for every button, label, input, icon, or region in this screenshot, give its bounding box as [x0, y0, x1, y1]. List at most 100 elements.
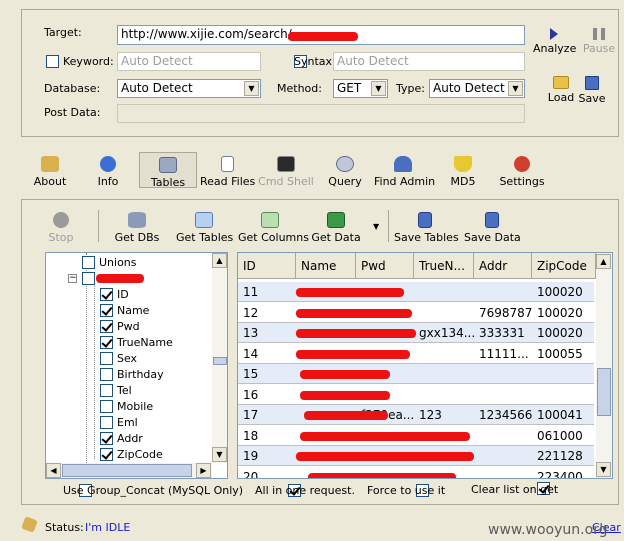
column-header[interactable]: Addr [474, 253, 532, 279]
pause-button[interactable]: Pause [582, 28, 616, 55]
tree-item[interactable]: Addr [100, 431, 143, 447]
tree-checkbox[interactable] [100, 431, 113, 445]
column-header[interactable]: ID [238, 253, 296, 279]
type-label: Type: [396, 82, 425, 95]
tables-toolbar: Stop Get DBs Get Tables Get Columns Get … [22, 208, 618, 246]
tree-item[interactable]: Name [100, 303, 149, 319]
collapse-icon[interactable]: − [68, 274, 77, 283]
tree-checkbox[interactable] [82, 255, 95, 269]
table-row[interactable]: 12 7698787 100020 [238, 303, 594, 323]
table-row[interactable]: 18 061000 [238, 426, 594, 446]
tree-checkbox[interactable] [82, 271, 95, 285]
tree-item[interactable]: Unions [82, 255, 137, 271]
column-header[interactable]: TrueN... [414, 253, 474, 279]
get-columns-button[interactable]: Get Columns [238, 212, 309, 244]
type-select[interactable]: Auto Detect ▼ [429, 79, 525, 98]
save-data-button[interactable]: Save Data [464, 212, 521, 244]
table-cell [414, 303, 474, 323]
tree-checkbox[interactable] [100, 367, 113, 381]
scroll-thumb[interactable] [62, 464, 192, 477]
table-cell [474, 385, 532, 405]
tree-item[interactable]: Birthday [100, 367, 164, 383]
get-tables-button[interactable]: Get Tables [176, 212, 233, 244]
tree-item[interactable]: TrueName [100, 335, 173, 351]
syntax-input[interactable]: Auto Detect [333, 52, 525, 71]
tree-item[interactable]: Tel [100, 383, 132, 399]
tree-checkbox[interactable] [100, 447, 113, 461]
database-select[interactable]: Auto Detect ▼ [117, 79, 261, 98]
grid-vscrollbar[interactable]: ▲ ▼ [596, 253, 612, 478]
scroll-up-button[interactable]: ▲ [212, 253, 227, 268]
tree-item[interactable]: Pwd [100, 319, 140, 335]
table-row[interactable]: 14 11111... 100055 [238, 344, 594, 364]
table-row[interactable]: 19 221128 [238, 446, 594, 466]
cmd-shell-button[interactable]: Cmd Shell [258, 156, 314, 188]
postdata-label: Post Data: [44, 106, 101, 119]
scroll-left-button[interactable]: ◀ [46, 463, 61, 478]
redaction [96, 274, 144, 283]
get-data-dropdown-icon[interactable]: ▼ [373, 222, 379, 231]
stop-button[interactable]: Stop [42, 212, 80, 244]
tree-checkbox[interactable] [100, 351, 113, 365]
get-data-button[interactable]: Get Data [310, 212, 362, 244]
about-button[interactable]: About [30, 156, 70, 188]
column-header[interactable]: Name [296, 253, 356, 279]
tree-vscrollbar[interactable]: ▲ ▼ [212, 253, 227, 463]
chevron-down-icon: ▼ [371, 81, 386, 96]
tree-item-label: Unions [99, 255, 137, 269]
table-row[interactable]: 16 [238, 385, 594, 405]
tables-button[interactable]: Tables [139, 152, 197, 189]
table-grid-icon [195, 212, 213, 228]
tree-checkbox[interactable] [100, 415, 113, 429]
tree-item-label: Mobile [117, 399, 154, 413]
scroll-down-button[interactable]: ▼ [212, 447, 227, 462]
table-cell: 16 [243, 387, 259, 402]
save-tables-button[interactable]: Save Tables [394, 212, 459, 244]
tree-view[interactable]: Unions − ID Name Pwd TrueName Sex Birthday Tel Mo… [45, 252, 228, 479]
analyze-button[interactable]: Analyze [533, 28, 576, 55]
column-header[interactable]: ZipCode [532, 253, 596, 279]
tree-checkbox[interactable] [100, 319, 113, 333]
load-button[interactable]: Load [546, 76, 576, 104]
tree-item[interactable]: Sex [100, 351, 137, 367]
redaction [296, 452, 474, 461]
method-select[interactable]: GET ▼ [333, 79, 388, 98]
keyword-input[interactable]: Auto Detect [117, 52, 261, 71]
target-input[interactable]: http://www.xijie.com/search/ [117, 25, 525, 45]
table-row[interactable]: 20 223400 [238, 467, 594, 478]
tree-checkbox[interactable] [100, 399, 113, 413]
scroll-down-button[interactable]: ▼ [596, 462, 611, 477]
table-row[interactable]: 11 100020 [238, 282, 594, 302]
query-button[interactable]: Query [324, 156, 366, 188]
tree-checkbox[interactable] [100, 383, 113, 397]
info-button[interactable]: Info [88, 156, 128, 188]
scroll-up-button[interactable]: ▲ [596, 254, 611, 269]
scroll-right-button[interactable]: ▶ [196, 463, 211, 478]
postdata-input[interactable] [117, 104, 525, 123]
scroll-thumb[interactable] [597, 368, 611, 416]
tree-item-label: Sex [117, 351, 138, 365]
method-value: GET [337, 81, 362, 95]
tree-item[interactable]: Eml [100, 415, 138, 431]
tree-item[interactable]: Mobile [100, 399, 153, 415]
tree-item[interactable]: ID [100, 287, 129, 303]
tree-checkbox[interactable] [100, 287, 113, 301]
table-cell: gxx134... [419, 326, 474, 340]
keyword-checkbox[interactable] [46, 55, 59, 68]
data-grid[interactable]: ID Name Pwd TrueN... Addr ZipCode 11 100020 12 76… [237, 252, 613, 479]
tree-item[interactable]: ZipCode [100, 447, 163, 463]
scroll-thumb[interactable] [213, 357, 227, 365]
table-row[interactable]: 15 [238, 364, 594, 384]
get-dbs-button[interactable]: Get DBs [114, 212, 160, 244]
tree-hscrollbar[interactable]: ◀ ▶ [46, 463, 212, 478]
find-admin-button[interactable]: Find Admin [374, 156, 435, 188]
tree-checkbox[interactable] [100, 335, 113, 349]
read-files-button[interactable]: Read Files [200, 156, 255, 188]
table-row[interactable]: 13 gxx134... 333331 100020 [238, 323, 594, 343]
tree-checkbox[interactable] [100, 303, 113, 317]
save-button[interactable]: Save [577, 76, 607, 105]
settings-button[interactable]: Settings [498, 156, 546, 188]
column-header[interactable]: Pwd [356, 253, 414, 279]
md5-button[interactable]: MD5 [446, 156, 480, 188]
table-row[interactable]: 17f379ea...1231234566100041 [238, 405, 594, 425]
